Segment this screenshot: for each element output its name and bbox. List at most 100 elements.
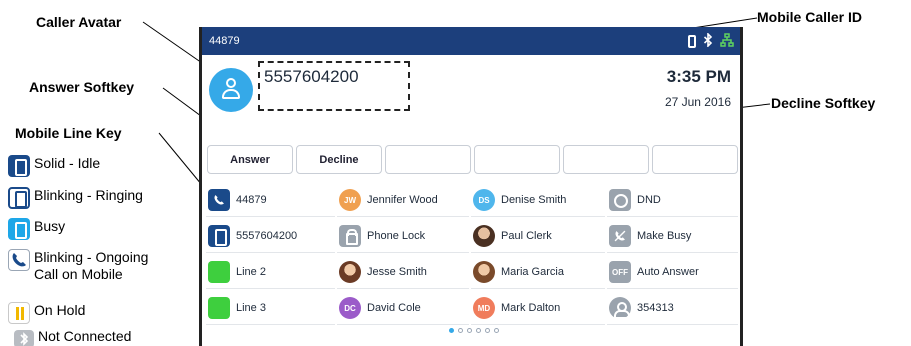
decline-softkey[interactable]: Decline <box>296 145 382 174</box>
person-icon <box>609 297 631 319</box>
legend-label: Solid - Idle <box>34 155 101 171</box>
key-label: Paul Clerk <box>501 230 552 242</box>
dnd-icon <box>609 189 631 211</box>
caller-avatar <box>209 68 253 112</box>
key-label: Jennifer Wood <box>367 194 438 206</box>
key-label: Mark Dalton <box>501 302 561 314</box>
legend-solid-idle: Solid - Idle <box>8 155 100 177</box>
make-busy-icon <box>609 225 631 247</box>
bluetooth-icon <box>14 330 34 346</box>
softkey-4[interactable] <box>474 145 560 174</box>
mobile-solid-icon <box>208 225 230 247</box>
avatar-initials-icon: MD <box>473 297 495 319</box>
page-indicator <box>202 328 740 333</box>
legend-not-connected: Not Connected <box>14 328 131 346</box>
speed-dial-jennifer-wood[interactable]: JW Jennifer Wood <box>337 184 469 217</box>
line-green-icon <box>208 297 230 319</box>
speed-dial-paul-clerk[interactable]: Paul Clerk <box>471 220 605 253</box>
lock-icon <box>339 225 361 247</box>
avatar-head <box>226 78 236 88</box>
page-dot[interactable] <box>476 328 481 333</box>
key-label: Jesse Smith <box>367 266 427 278</box>
speed-dial-jesse-smith[interactable]: Jesse Smith <box>337 256 469 289</box>
callout-answer-softkey: Answer Softkey <box>29 79 135 95</box>
callout-caller-avatar: Caller Avatar <box>36 14 122 30</box>
key-label: Maria Garcia <box>501 266 564 278</box>
line-key-3[interactable]: Line 3 <box>206 292 335 325</box>
legend-label: Blinking - Ongoing Call on Mobile <box>34 249 148 283</box>
clock-date: 27 Jun 2016 <box>664 95 731 109</box>
speed-dial-denise-smith[interactable]: DS Denise Smith <box>471 184 605 217</box>
auto-answer-key[interactable]: OFF Auto Answer <box>607 256 738 289</box>
mobile-solid-icon <box>8 155 30 177</box>
dnd-key[interactable]: DND <box>607 184 738 217</box>
mobile-icon <box>688 34 696 48</box>
key-label: David Cole <box>367 302 421 314</box>
line-key-2[interactable]: Line 2 <box>206 256 335 289</box>
key-label: 5557604200 <box>236 230 298 242</box>
key-label: DND <box>637 194 661 206</box>
mobile-line-key[interactable]: 5557604200 <box>206 220 335 253</box>
legend-label-line2: Call on Mobile <box>34 266 123 282</box>
phone-screen: 44879 5557604200 3:35 PM 27 Jun 2016 Ans… <box>199 27 743 346</box>
softkey-6[interactable] <box>652 145 738 174</box>
speed-dial-david-cole[interactable]: DC David Cole <box>337 292 469 325</box>
page-dot[interactable] <box>485 328 490 333</box>
answer-softkey[interactable]: Answer <box>207 145 293 174</box>
page-dot[interactable] <box>467 328 472 333</box>
contact-photo-icon <box>473 261 495 283</box>
phone-handset-icon <box>8 249 30 271</box>
key-label: Line 2 <box>236 266 266 278</box>
line-key-44879[interactable]: 44879 <box>206 184 335 217</box>
legend-label: Not Connected <box>38 328 132 344</box>
callout-mobile-caller-id: Mobile Caller ID <box>757 9 863 25</box>
avatar-body <box>222 89 240 99</box>
legend-busy: Busy <box>8 218 65 240</box>
mobile-outline-icon <box>8 187 30 209</box>
avatar-initials-icon: DS <box>473 189 495 211</box>
avatar-initials-icon: DC <box>339 297 361 319</box>
callout-decline-softkey: Decline Softkey <box>771 95 876 111</box>
make-busy-key[interactable]: Make Busy <box>607 220 738 253</box>
incoming-call-area: 5557604200 3:35 PM 27 Jun 2016 <box>202 55 740 141</box>
callout-mobile-line-key: Mobile Line Key <box>15 125 122 141</box>
mobile-busy-icon <box>8 218 30 240</box>
hold-icon <box>8 302 30 324</box>
key-label: Auto Answer <box>637 266 699 278</box>
mobile-caller-id: 5557604200 <box>264 67 359 86</box>
phone-handset-icon <box>208 189 230 211</box>
softkey-3[interactable] <box>385 145 471 174</box>
contact-photo-icon <box>473 225 495 247</box>
line-green-icon <box>208 261 230 283</box>
legend-blinking-ringing: Blinking - Ringing <box>8 187 143 209</box>
speed-dial-354313[interactable]: 354313 <box>607 292 738 325</box>
status-bar: 44879 <box>202 27 740 55</box>
page-dot[interactable] <box>494 328 499 333</box>
key-label: Denise Smith <box>501 194 567 206</box>
key-label: Line 3 <box>236 302 266 314</box>
key-label: Make Busy <box>637 230 692 242</box>
key-label: Phone Lock <box>367 230 426 242</box>
key-label: 44879 <box>236 194 267 206</box>
phone-lock-key[interactable]: Phone Lock <box>337 220 469 253</box>
contact-photo-icon <box>339 261 361 283</box>
key-label: 354313 <box>637 302 674 314</box>
softkey-5[interactable] <box>563 145 649 174</box>
programmable-keys-grid: 44879 JW Jennifer Wood DS Denise Smith D… <box>206 184 738 325</box>
page-dot-active[interactable] <box>449 328 454 333</box>
bluetooth-icon <box>703 31 713 50</box>
legend-ongoing-call: Blinking - Ongoing Call on Mobile <box>8 249 148 283</box>
avatar-initials-icon: JW <box>339 189 361 211</box>
legend-label: Busy <box>34 218 66 234</box>
legend-label-line1: Blinking - Ongoing <box>34 249 149 265</box>
status-extension: 44879 <box>209 35 240 47</box>
network-icon <box>720 32 734 50</box>
legend-label: On Hold <box>34 302 86 318</box>
clock-time: 3:35 PM <box>666 67 731 86</box>
speed-dial-mark-dalton[interactable]: MD Mark Dalton <box>471 292 605 325</box>
off-icon: OFF <box>609 261 631 283</box>
page-dot[interactable] <box>458 328 463 333</box>
speed-dial-maria-garcia[interactable]: Maria Garcia <box>471 256 605 289</box>
softkey-bar: Answer Decline <box>207 145 738 174</box>
legend-label: Blinking - Ringing <box>34 187 143 203</box>
